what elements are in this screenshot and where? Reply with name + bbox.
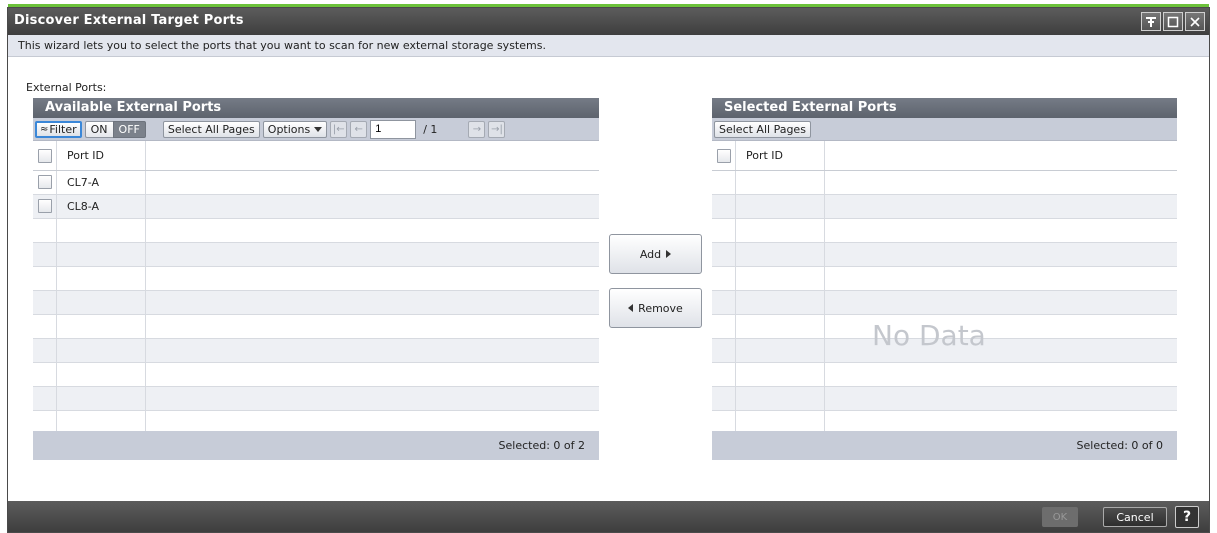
port-id-cell — [57, 315, 146, 338]
top-accent-line — [0, 0, 1217, 7]
no-data-message: No Data — [872, 319, 986, 352]
row-checkbox[interactable] — [38, 175, 52, 189]
table-row — [33, 411, 599, 431]
port-id-cell — [57, 243, 146, 266]
empty-table-row — [712, 267, 1177, 291]
filter-on-option[interactable]: ON — [84, 120, 113, 138]
port-id-cell — [57, 363, 146, 386]
port-id-cell: CL8-A — [57, 195, 146, 218]
arrow-right-icon — [666, 250, 672, 258]
dialog-button-bar: OK Cancel ? — [8, 501, 1209, 532]
empty-table-row — [712, 411, 1177, 431]
available-ports-table: Port ID CL7-A CL8-A — [33, 141, 599, 431]
chevron-down-icon — [314, 126, 323, 132]
empty-table-row — [712, 387, 1177, 411]
table-row — [33, 267, 599, 291]
table-row — [33, 219, 599, 243]
port-id-cell — [57, 219, 146, 242]
empty-table-row — [712, 171, 1177, 195]
table-row — [33, 363, 599, 387]
external-ports-label: External Ports: — [26, 81, 107, 94]
add-button[interactable]: Add — [609, 234, 702, 274]
available-ports-toolbar: ≈ Filter ON OFF Select All Pages Options… — [33, 118, 599, 141]
filter-button[interactable]: ≈ Filter — [35, 120, 82, 138]
select-all-pages-button[interactable]: Select All Pages — [162, 120, 260, 138]
window-controls — [1141, 12, 1205, 31]
collapse-up-icon: ≈ — [40, 123, 49, 135]
first-page-icon[interactable]: |← — [330, 120, 348, 138]
filter-off-option[interactable]: OFF — [112, 120, 146, 138]
arrow-left-icon — [628, 304, 634, 312]
table-row[interactable]: CL7-A — [33, 171, 599, 195]
row-checkbox[interactable] — [38, 199, 52, 213]
empty-table-row — [712, 219, 1177, 243]
select-all-pages-button-right[interactable]: Select All Pages — [714, 120, 811, 138]
table-row — [33, 315, 599, 339]
selected-ports-table: Port ID No Data — [712, 141, 1177, 431]
port-id-column-header-right[interactable]: Port ID — [736, 141, 825, 170]
page-total: / 1 — [423, 122, 438, 136]
port-id-cell — [57, 339, 146, 362]
table-row[interactable]: CL8-A — [33, 195, 599, 219]
port-id-cell — [57, 267, 146, 290]
maximize-icon[interactable] — [1163, 12, 1183, 31]
selected-ports-title: Selected External Ports — [712, 98, 1177, 118]
add-label: Add — [639, 247, 662, 261]
available-ports-footer: Selected: 0 of 2 — [33, 431, 599, 460]
previous-page-icon[interactable]: ← — [350, 120, 368, 138]
available-ports-panel: Available External Ports ≈ Filter ON OFF… — [33, 98, 599, 490]
table-header-row: Port ID — [712, 141, 1177, 171]
page-number-input[interactable] — [370, 119, 417, 139]
table-header-row: Port ID — [33, 141, 599, 171]
cancel-button[interactable]: Cancel — [1103, 507, 1167, 527]
divider — [8, 56, 1209, 57]
available-ports-title: Available External Ports — [33, 98, 599, 118]
port-id-cell — [57, 291, 146, 314]
selected-ports-panel: Selected External Ports Select All Pages… — [712, 98, 1177, 490]
table-row — [33, 243, 599, 267]
window-title: Discover External Target Ports — [14, 13, 244, 28]
selected-ports-footer: Selected: 0 of 0 — [712, 431, 1177, 460]
remove-button[interactable]: Remove — [609, 288, 702, 328]
port-id-cell — [57, 387, 146, 410]
table-row — [33, 339, 599, 363]
filter-toggle[interactable]: ON OFF — [84, 120, 146, 138]
empty-table-row — [712, 291, 1177, 315]
table-row — [33, 291, 599, 315]
wizard-window: Discover External Target Ports This wiza… — [7, 7, 1210, 533]
filter-label: Filter — [49, 122, 77, 136]
empty-table-row — [712, 243, 1177, 267]
help-button[interactable]: ? — [1175, 506, 1199, 528]
options-label: Options — [267, 122, 311, 136]
last-page-icon[interactable]: →| — [488, 120, 506, 138]
options-button[interactable]: Options — [262, 120, 328, 138]
selected-ports-toolbar: Select All Pages — [712, 118, 1177, 141]
port-id-column-header[interactable]: Port ID — [57, 141, 146, 170]
title-bar: Discover External Target Ports — [8, 8, 1209, 35]
ok-button[interactable]: OK — [1042, 507, 1078, 527]
empty-table-row — [712, 195, 1177, 219]
select-all-checkbox[interactable] — [38, 149, 52, 163]
pin-icon[interactable] — [1141, 12, 1161, 31]
port-id-cell: CL7-A — [57, 171, 146, 194]
table-row — [33, 387, 599, 411]
remove-label: Remove — [638, 301, 683, 315]
wizard-description: This wizard lets you to select the ports… — [8, 35, 1209, 56]
next-page-icon[interactable]: → — [468, 120, 486, 138]
close-icon[interactable] — [1185, 12, 1205, 31]
port-id-cell — [57, 411, 146, 431]
empty-table-row — [712, 363, 1177, 387]
select-all-checkbox-right[interactable] — [717, 149, 731, 163]
